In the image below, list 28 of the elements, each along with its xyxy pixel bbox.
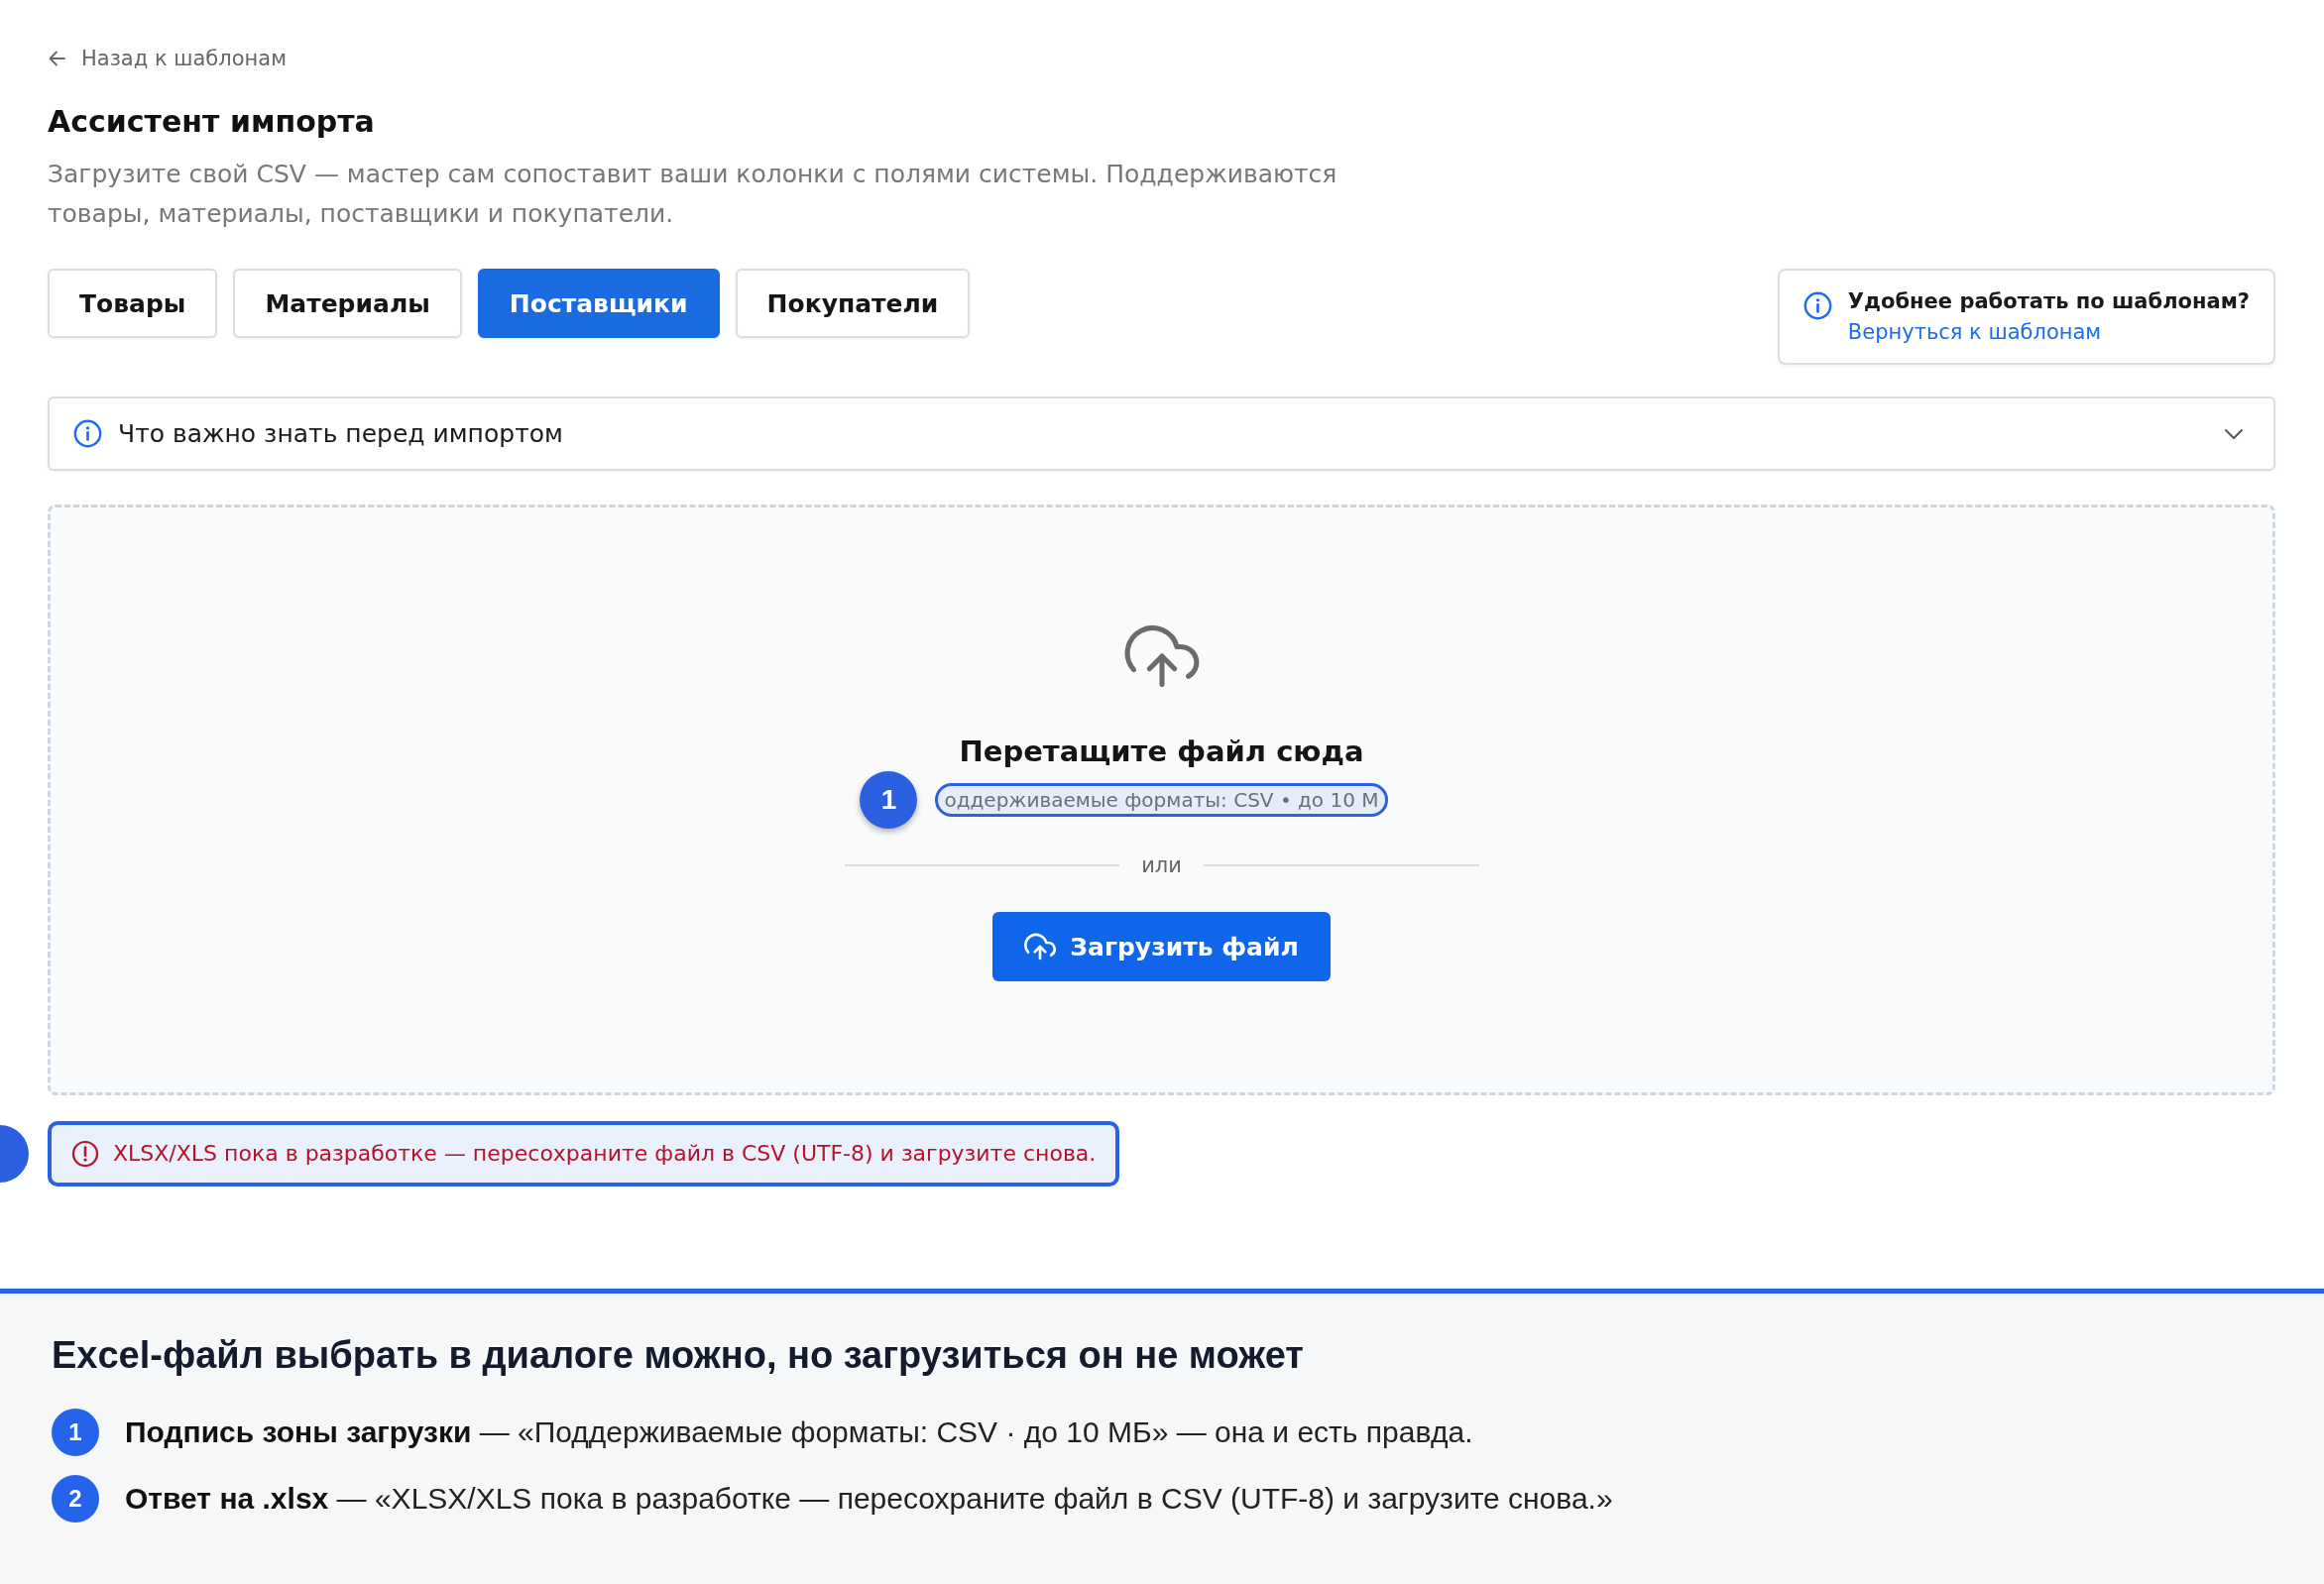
note-number-badge: 2 [52,1474,99,1523]
upload-button[interactable]: Загрузить файл [992,912,1331,981]
note-number-badge: 1 [52,1408,99,1456]
alert-icon [71,1140,99,1168]
error-message: XLSX/XLS пока в разработке — пересохраните файл в CSV (UTF-8) и загрузите снова. [113,1140,1097,1168]
note-title: Excel-файл выбрать в диалоге можно, но загрузиться он не может [52,1333,1305,1378]
page-title: Ассистент импорта [48,103,376,141]
callout-number-badge: 1 [860,771,918,829]
category-tab[interactable]: Материалы [233,269,462,338]
templates-link[interactable]: Вернуться к шаблонам [1847,317,2102,347]
arrow-left-icon [48,49,67,68]
accordion-header[interactable]: Что важно знать перед импортом [48,396,2275,471]
note-text: Ответ на .xlsx — «XLSX/XLS пока в разработке — пересохраните файл в CSV (UTF-8) и загрузите снова.» [125,1481,1613,1516]
file-dropzone[interactable]: Перетащите файл сюда 1 оддерживаемые форматы: CSV • до 10 М или Загрузить файл [48,505,2275,1095]
cloud-upload-icon [1024,931,1057,962]
category-tab[interactable]: Товары [48,269,218,338]
hint-title: Удобнее работать по шаблонам? [1847,288,2250,315]
category-tab[interactable]: Покупатели [735,269,971,338]
page-description: Загрузите свой CSV — мастер сам сопоставит ваши колонки с полями системы. Поддерживаются товары, материалы, поставщики и покупатели. [48,159,1338,230]
dropzone-caption: оддерживаемые форматы: CSV • до 10 М [935,783,1388,817]
info-icon [1802,291,1832,320]
accordion-title: Что важно знать перед импортом [118,419,563,448]
category-tab[interactable]: Поставщики [477,269,720,338]
divider-text: или [1141,852,1182,879]
info-icon [73,419,102,448]
note-text: Подпись зоны загрузки — «Поддерживаемые форматы: CSV · до 10 МБ» — она и есть правда. [125,1414,1473,1449]
back-link[interactable]: Назад к шаблонам [48,44,287,73]
dropzone-title: Перетащите файл сюда [959,734,1364,770]
